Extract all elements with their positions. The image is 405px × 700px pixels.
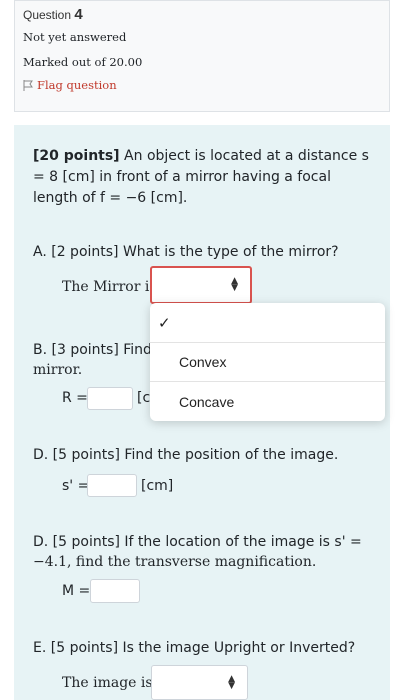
mirror-type-dropdown: ✓ Convex Concave — [150, 303, 385, 421]
mirror-label: The Mirror is — [62, 279, 157, 295]
flag-question-label: Flag question — [37, 78, 117, 92]
part-a-text: A. [2 points] What is the type of the mi… — [33, 244, 339, 260]
dropdown-option-convex[interactable]: Convex — [150, 343, 385, 381]
image-orientation-select[interactable]: ▲ ▼ — [151, 665, 248, 700]
select-arrows-icon: ▲ ▼ — [228, 673, 235, 691]
part-d2-text-line2: −4.1, find the transverse magnification. — [33, 554, 317, 570]
mirror-type-select[interactable]: ▲ ▼ — [150, 266, 252, 304]
check-icon: ✓ — [158, 315, 171, 332]
image-label: The image is — [62, 675, 153, 691]
part-d1-text: D. [5 points] Find the position of the i… — [33, 447, 339, 463]
flag-icon — [23, 79, 33, 91]
intro-points: [20 points] — [33, 148, 120, 164]
r-unit: [c — [137, 390, 151, 406]
s-unit: [cm] — [141, 478, 174, 494]
m-label: M = — [62, 583, 91, 599]
question-number: Question 4 — [23, 6, 83, 23]
part-b-text-line2: mirror. — [33, 362, 83, 378]
question-grade: Marked out of 20.00 — [23, 55, 143, 69]
dropdown-option-concave[interactable]: Concave — [150, 382, 385, 421]
question-intro: [20 points] An object is located at a di… — [33, 146, 373, 209]
m-input[interactable] — [90, 579, 140, 603]
dropdown-blank-option[interactable]: ✓ — [150, 303, 385, 342]
r-label: R = — [62, 390, 88, 406]
part-b-text-line1: B. [3 points] Find — [33, 342, 152, 358]
s-input[interactable] — [87, 474, 137, 497]
question-info-panel: Question 4 Not yet answered Marked out o… — [14, 0, 390, 112]
question-state: Not yet answered — [23, 30, 127, 44]
flag-question-link[interactable]: Flag question — [23, 78, 117, 92]
select-arrows-icon: ▲ ▼ — [231, 276, 238, 293]
part-e-text: E. [5 points] Is the image Upright or In… — [33, 640, 356, 656]
part-d2-text-line1: D. [5 points] If the location of the ima… — [33, 534, 362, 550]
r-input[interactable] — [87, 387, 133, 410]
s-label: s' = — [62, 478, 90, 494]
